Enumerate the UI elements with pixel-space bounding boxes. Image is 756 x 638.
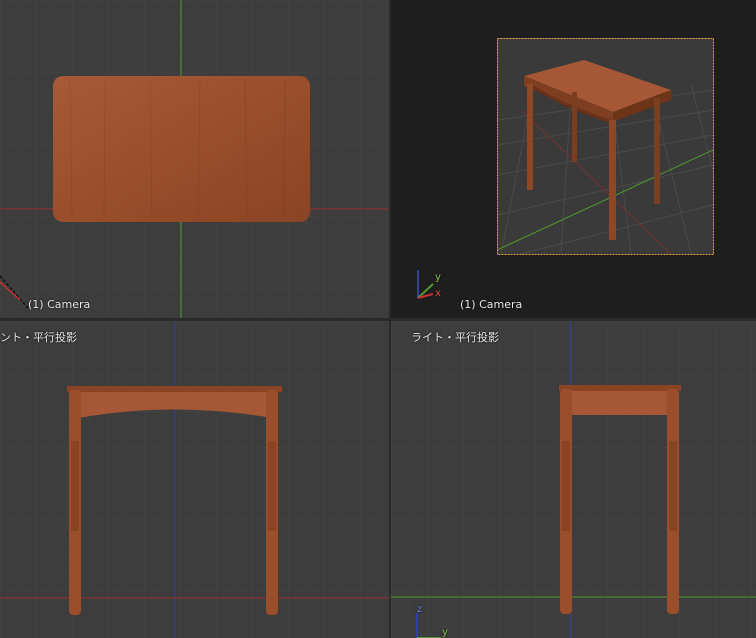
table-top[interactable]: [53, 76, 310, 222]
axis-gizmo[interactable]: [417, 270, 434, 299]
grid: [391, 321, 756, 638]
viewport-top-right[interactable]: y x (1) Camera: [391, 0, 756, 318]
viewport-label: ント・平行投影: [0, 331, 77, 344]
axis-y-label: y: [435, 272, 441, 283]
viewport-label: ライト・平行投影: [411, 331, 499, 344]
viewport-divider-horizontal[interactable]: [0, 318, 756, 321]
axis-x-label: x: [435, 288, 441, 299]
viewport-bottom-left-canvas: [0, 321, 389, 638]
axis-y-label: y: [442, 627, 448, 638]
viewport-top-right-canvas: [417, 38, 714, 299]
viewport-bottom-right[interactable]: z y ライト・平行投影: [391, 321, 756, 638]
viewport-top-left[interactable]: (1) Camera: [0, 0, 389, 318]
axis-z-label: z: [417, 604, 423, 615]
viewport-label: (1) Camera: [460, 298, 523, 311]
viewport-top-left-canvas: [0, 0, 389, 318]
viewport-label: (1) Camera: [28, 298, 91, 311]
grid: [0, 321, 389, 638]
viewport-bottom-right-canvas: [391, 321, 756, 638]
viewport-bottom-left[interactable]: ント・平行投影: [0, 321, 389, 638]
